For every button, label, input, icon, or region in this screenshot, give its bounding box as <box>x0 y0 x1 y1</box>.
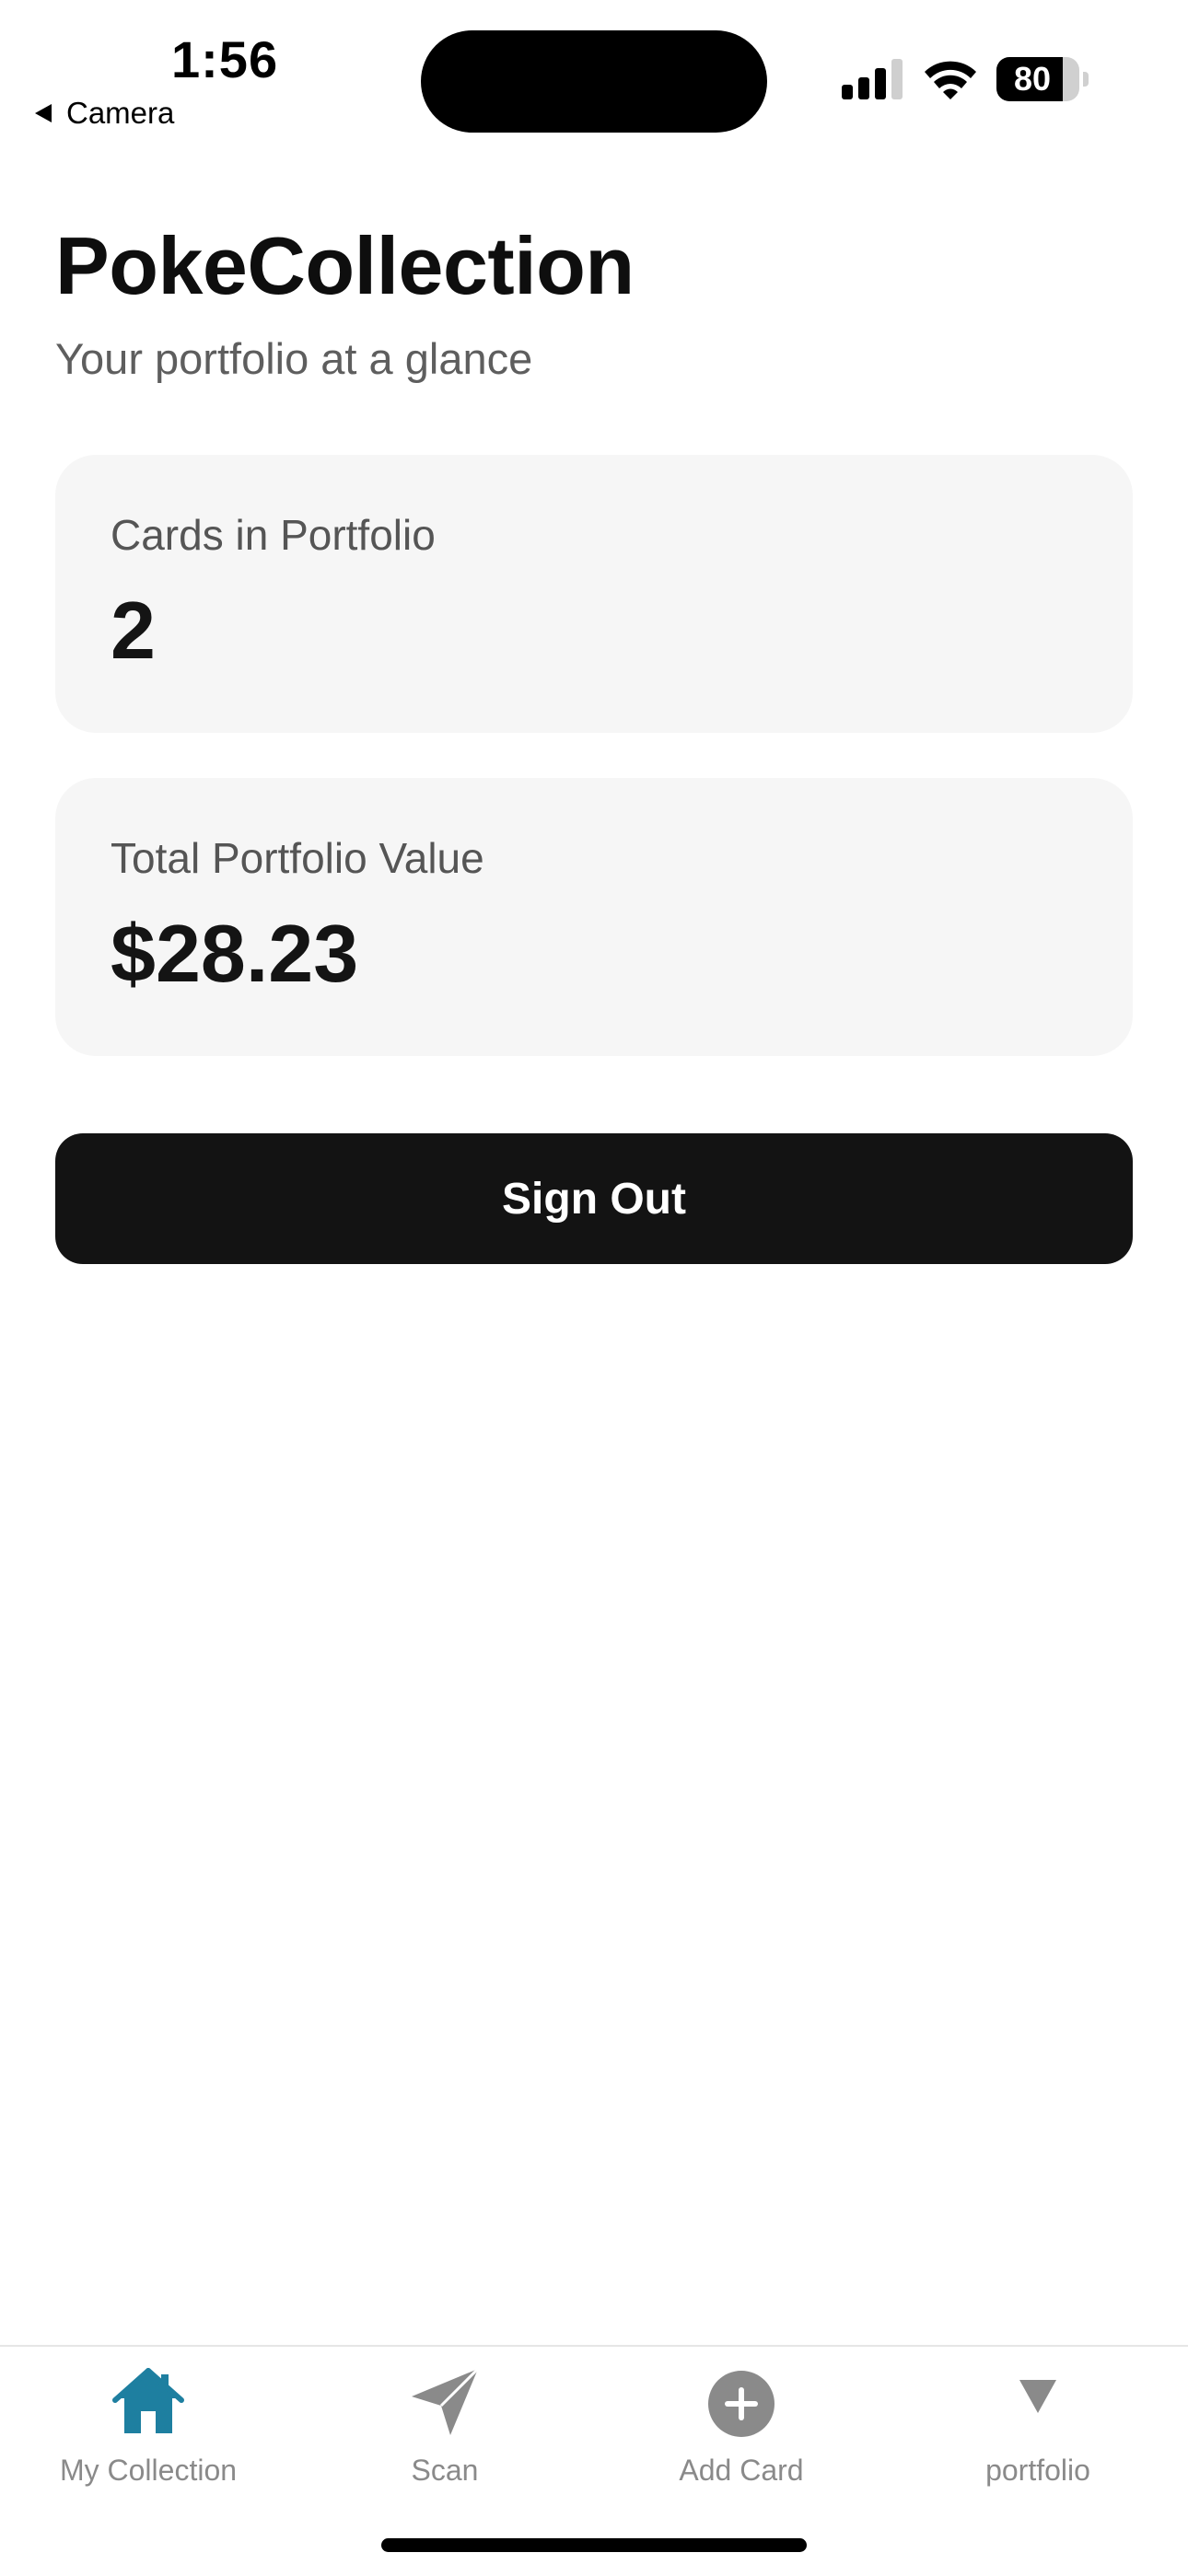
triangle-down-icon <box>1019 2380 1056 2413</box>
cards-count-label: Cards in Portfolio <box>111 511 436 559</box>
tab-scan[interactable]: Scan <box>297 2365 593 2487</box>
battery-indicator: 80 <box>996 57 1089 101</box>
plus-circle-icon <box>708 2371 775 2437</box>
sign-out-button[interactable]: Sign Out <box>55 1133 1133 1264</box>
battery-icon: 80 <box>996 57 1079 101</box>
back-to-app-label: Camera <box>66 96 175 130</box>
home-indicator[interactable] <box>381 2538 807 2552</box>
battery-percentage: 80 <box>1013 60 1052 98</box>
portfolio-value-label: Total Portfolio Value <box>111 834 484 882</box>
tab-add-card[interactable]: Add Card <box>593 2365 890 2487</box>
tab-my-collection[interactable]: My Collection <box>0 2365 297 2487</box>
tab-portfolio[interactable]: portfolio <box>890 2365 1186 2487</box>
portfolio-value-amount: $28.23 <box>111 908 359 999</box>
cellular-signal-icon <box>842 59 903 99</box>
portfolio-value-card: Total Portfolio Value $28.23 <box>55 778 1133 1056</box>
page-title: PokeCollection <box>55 220 635 311</box>
dynamic-island <box>421 30 767 133</box>
paper-plane-icon <box>412 2367 480 2435</box>
cards-count-value: 2 <box>111 585 156 676</box>
back-to-app-button[interactable]: Camera <box>35 96 174 131</box>
status-time: 1:56 <box>171 30 279 88</box>
battery-nub <box>1083 72 1089 87</box>
back-arrow-icon <box>35 104 52 122</box>
tab-label: Scan <box>411 2454 479 2487</box>
home-icon <box>112 2368 184 2433</box>
wifi-icon <box>925 61 976 99</box>
cards-count-card: Cards in Portfolio 2 <box>55 455 1133 733</box>
tab-label: Add Card <box>679 2454 804 2487</box>
tab-label: My Collection <box>59 2454 238 2487</box>
tab-label: portfolio <box>985 2454 1090 2487</box>
page-subtitle: Your portfolio at a glance <box>55 334 533 383</box>
